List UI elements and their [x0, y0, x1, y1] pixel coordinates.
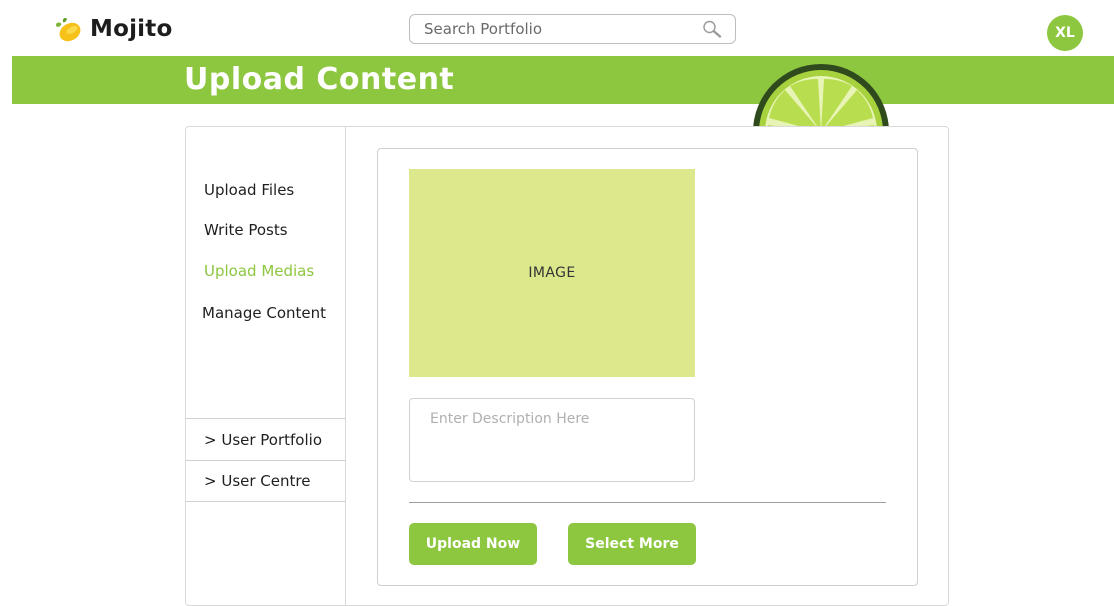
sidebar: Upload Files Write Posts Upload Medias M…: [186, 127, 346, 605]
sidebar-item-upload-files[interactable]: Upload Files: [204, 181, 294, 199]
select-more-button[interactable]: Select More: [568, 523, 696, 565]
lemon-icon: [56, 18, 81, 42]
upload-now-button[interactable]: Upload Now: [409, 523, 537, 565]
sidebar-link-user-portfolio[interactable]: > User Portfolio: [186, 418, 346, 460]
sidebar-link-user-centre[interactable]: > User Centre: [186, 460, 346, 502]
user-avatar[interactable]: XL: [1047, 15, 1083, 51]
magnifier-icon[interactable]: [701, 19, 723, 39]
page-title: Upload Content: [184, 62, 455, 97]
lime-slice-icon: [752, 58, 890, 132]
image-preview[interactable]: IMAGE: [409, 169, 695, 377]
top-bar: Mojito XL: [0, 0, 1114, 56]
divider: [409, 502, 886, 503]
search-bar: [409, 14, 736, 44]
app-name: Mojito: [90, 16, 173, 42]
sidebar-item-write-posts[interactable]: Write Posts: [204, 221, 288, 239]
image-placeholder-label: IMAGE: [528, 265, 576, 281]
app-logo[interactable]: Mojito: [52, 12, 172, 46]
description-field[interactable]: [409, 398, 695, 482]
search-input[interactable]: [422, 16, 702, 42]
page-banner: [12, 56, 1114, 104]
upload-panel: IMAGE Upload Now Select More: [377, 148, 918, 586]
sidebar-item-upload-medias[interactable]: Upload Medias: [204, 262, 314, 280]
sidebar-item-manage-content[interactable]: Manage Content: [202, 304, 326, 322]
content-card: Upload Files Write Posts Upload Medias M…: [185, 126, 949, 606]
